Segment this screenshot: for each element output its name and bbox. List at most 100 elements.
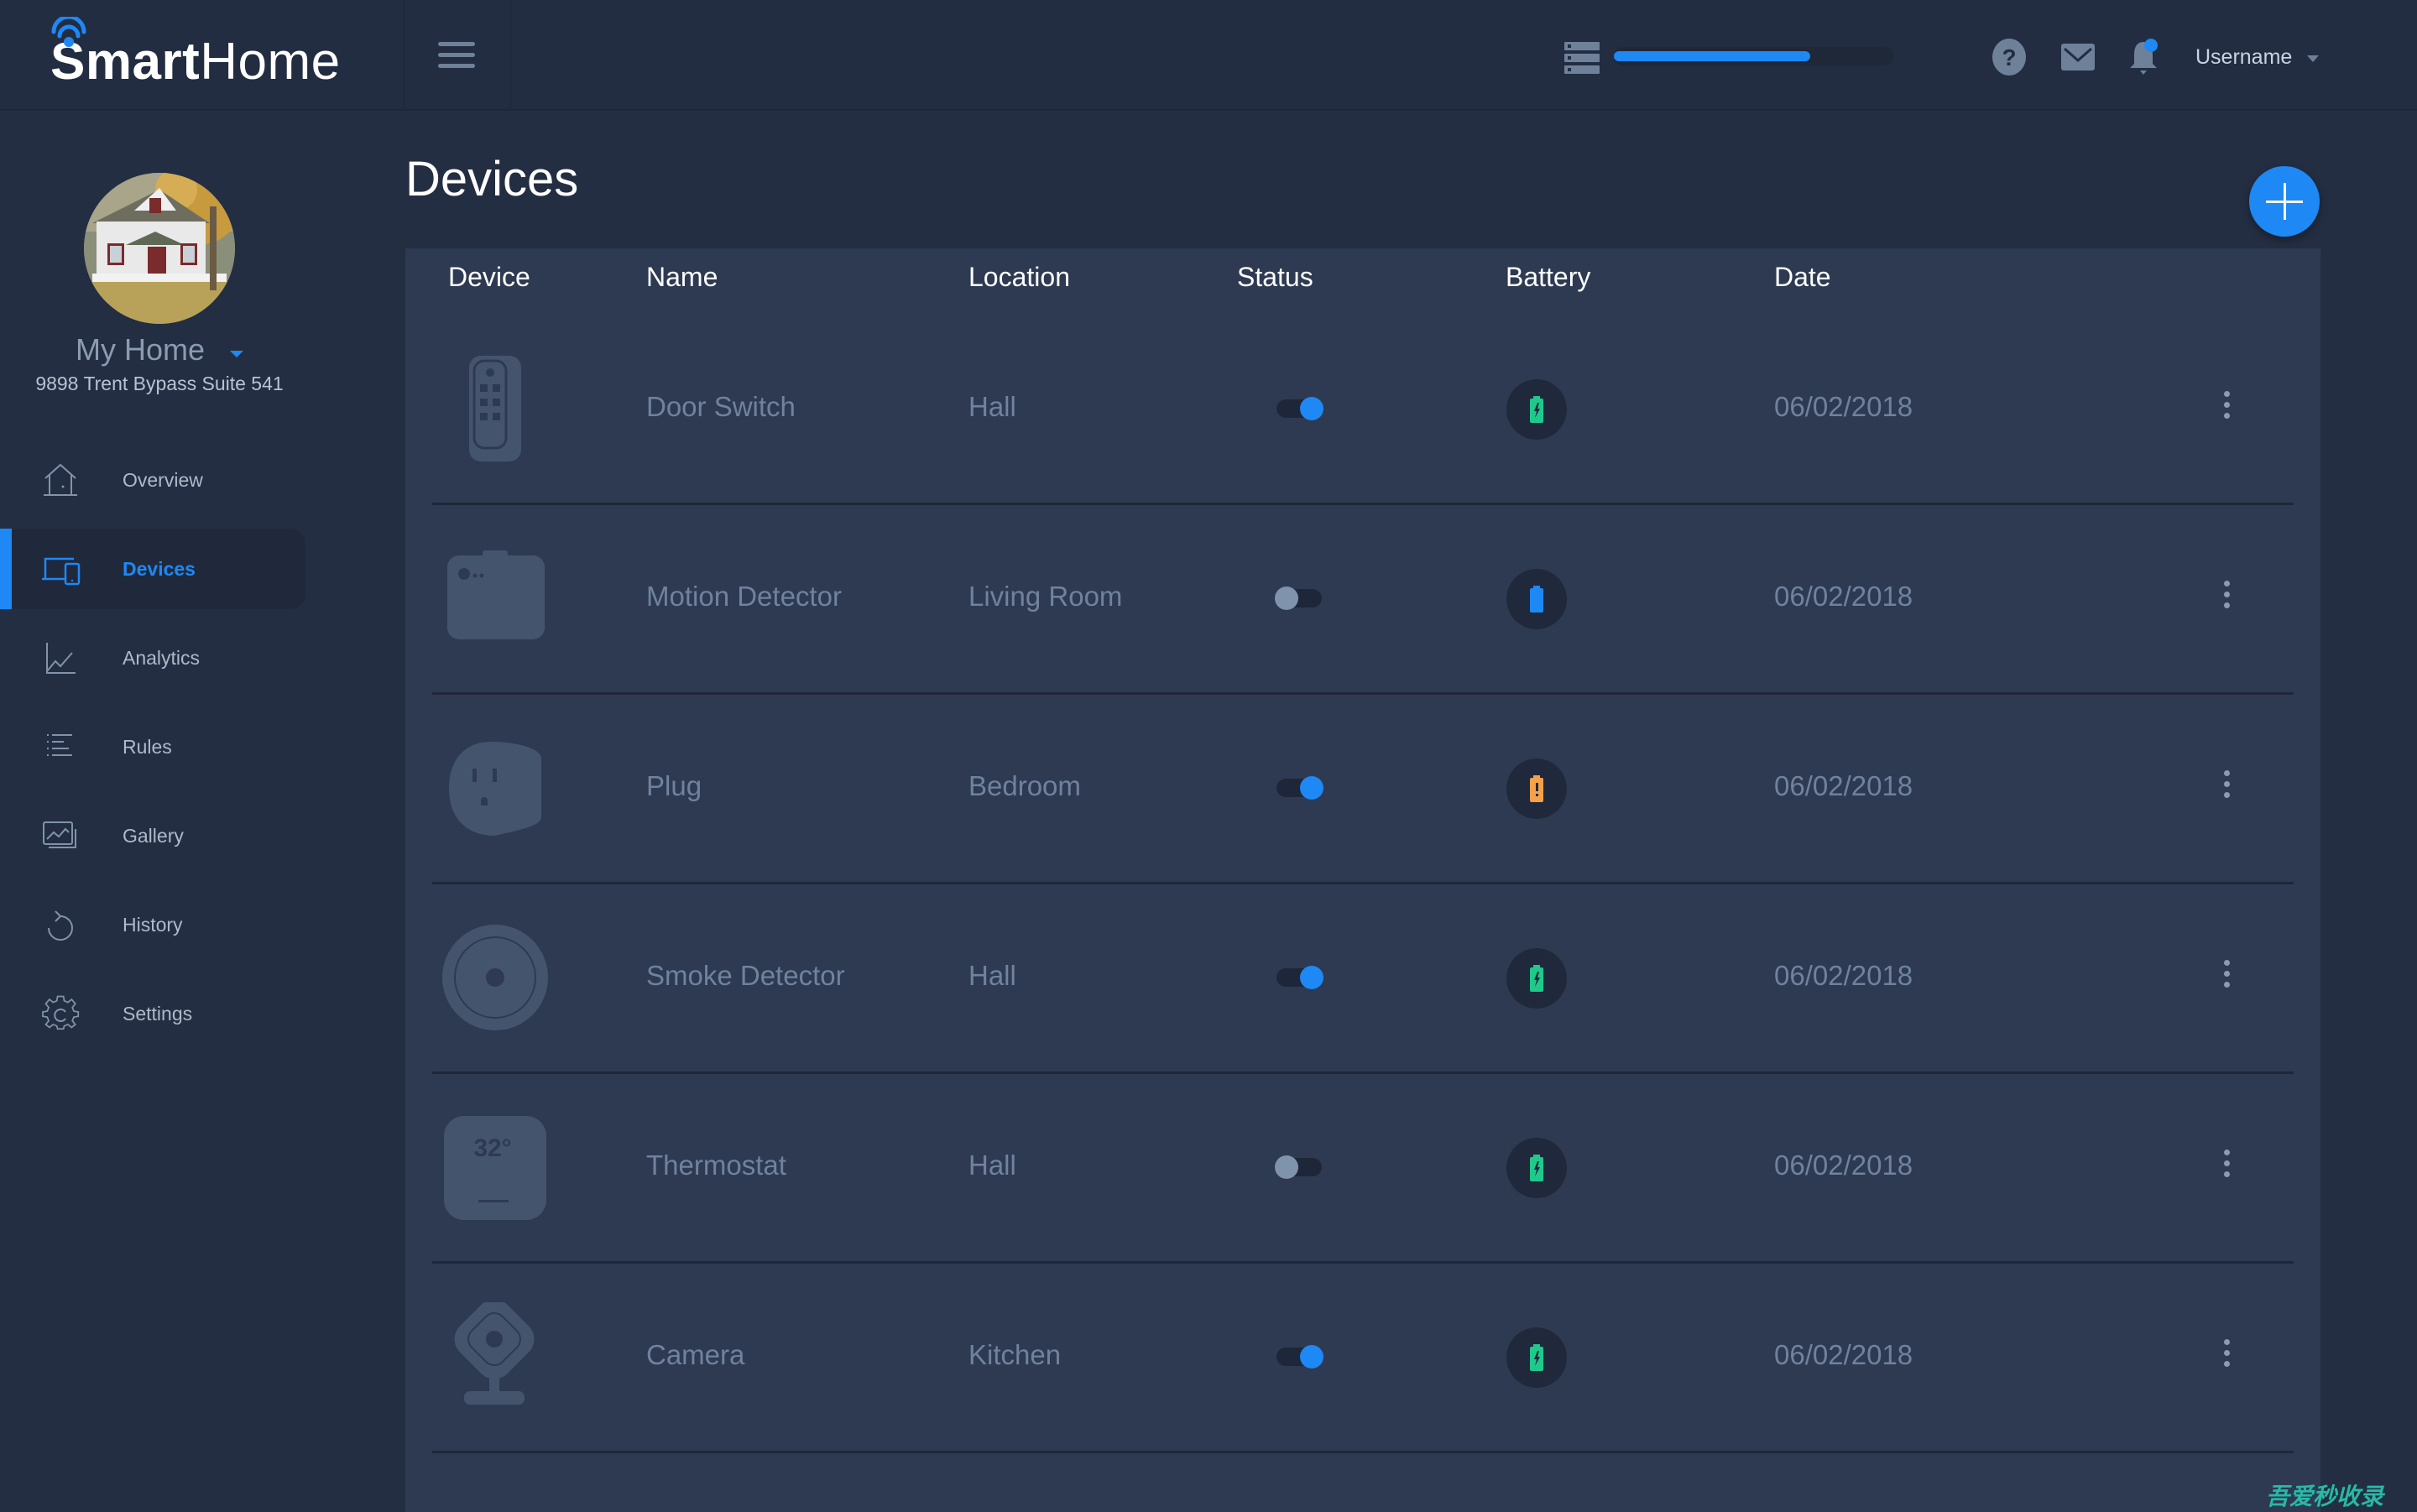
notification-badge [2144,39,2158,52]
mail-icon[interactable] [2058,37,2098,77]
home-selector[interactable]: My Home [0,332,319,368]
column-header-date[interactable]: Date [1774,262,1831,293]
battery-indicator [1506,1138,1567,1198]
sidebar-item-overview[interactable]: Overview [0,440,305,520]
table-row[interactable]: 32° Thermostat Hall 06/02/2018 [432,1074,2294,1264]
add-device-button[interactable] [2249,166,2320,237]
battery-charging-icon [1530,396,1543,423]
status-toggle[interactable] [1275,1155,1322,1179]
sidebar-item-label: Overview [123,468,203,491]
devices-table: Device Name Location Status Battery Date… [405,248,2320,1512]
battery-full-icon [1530,586,1543,613]
top-bar: SmartHome ? Username [0,0,2417,111]
table-row[interactable]: Motion Detector Living Room 06/02/2018 [432,505,2294,695]
table-row[interactable]: Camera Kitchen 06/02/2018 [432,1264,2294,1453]
sidebar-item-label: Analytics [123,646,201,669]
sidebar-item-label: History [123,913,183,936]
table-row[interactable]: Smoke Detector Hall 06/02/2018 [432,884,2294,1074]
sidebar-item-analytics[interactable]: Analytics [0,618,305,698]
column-header-name[interactable]: Name [646,262,718,293]
username: Username [2195,44,2293,69]
smoke-detector-icon [442,925,548,1030]
device-name: Camera [646,1339,745,1370]
gallery-icon [43,821,76,848]
logo-text: SmartHome [50,23,341,101]
gear-icon [42,995,80,1030]
home-name: My Home [75,332,206,367]
device-date: 06/02/2018 [1774,960,1913,991]
device-location: Hall [968,391,1016,422]
table-row[interactable]: Door Switch Hall 06/02/2018 [432,315,2294,505]
device-date: 06/02/2018 [1774,1339,1913,1370]
device-location: Kitchen [968,1339,1062,1370]
device-date: 06/02/2018 [1774,1150,1913,1181]
home-address: 9898 Trent Bypass Suite 541 [35,373,284,394]
column-header-device[interactable]: Device [448,262,530,293]
home-avatar[interactable] [84,173,235,324]
sidebar-item-history[interactable]: History [0,884,305,965]
help-icon[interactable]: ? [1989,37,2029,77]
status-toggle[interactable] [1276,1345,1323,1369]
table-row[interactable]: Plug Bedroom 06/02/2018 [432,695,2294,884]
analytics-icon [46,643,76,674]
more-options-icon[interactable] [2214,960,2239,997]
chevron-down-icon[interactable] [230,351,244,357]
sidebar-item-rules[interactable]: Rules [0,706,305,787]
battery-indicator [1506,569,1567,629]
sidebar-item-label: Rules [123,735,172,758]
sidebar-item-gallery[interactable]: Gallery [0,795,305,876]
sidebar-item-settings[interactable]: Settings [0,973,305,1054]
battery-indicator [1506,948,1567,1009]
device-date: 06/02/2018 [1774,770,1913,801]
status-toggle[interactable] [1275,587,1322,610]
storage-progress-bar [1614,47,1894,65]
status-toggle[interactable] [1276,966,1323,989]
battery-charging-icon [1530,1344,1543,1371]
more-options-icon[interactable] [2214,391,2239,428]
home-icon [44,463,77,496]
battery-low-icon [1530,775,1543,802]
device-name: Plug [646,770,702,801]
sidebar-item-label: Devices [123,557,196,580]
battery-charging-icon [1530,965,1543,992]
divider [403,0,405,111]
storage-progress-fill [1614,51,1810,61]
user-menu[interactable]: Username [2195,40,2320,74]
logo[interactable]: SmartHome [50,17,341,101]
more-options-icon[interactable] [2214,1339,2239,1376]
hamburger-menu-icon[interactable] [438,42,475,70]
column-header-battery[interactable]: Battery [1506,262,1590,293]
status-toggle[interactable] [1276,776,1323,800]
battery-charging-icon [1530,1155,1543,1181]
svg-text:?: ? [2002,44,2016,70]
battery-indicator [1506,1327,1567,1388]
wifi-icon [51,17,86,47]
device-location: Hall [968,1150,1016,1181]
rules-icon [47,734,72,756]
sidebar-item-label: Settings [123,1002,193,1025]
device-name: Smoke Detector [646,960,845,991]
device-date: 06/02/2018 [1774,581,1913,612]
device-location: Bedroom [968,770,1081,801]
column-header-location[interactable]: Location [968,262,1070,293]
battery-indicator [1506,759,1567,819]
more-options-icon[interactable] [2214,1150,2239,1186]
sidebar-item-label: Gallery [123,824,184,847]
bell-icon[interactable] [2123,37,2164,77]
column-header-status[interactable]: Status [1237,262,1313,293]
table-header: Device Name Location Status Battery Date [405,248,2320,315]
device-name: Motion Detector [646,581,842,612]
history-icon [48,910,73,941]
battery-indicator [1506,379,1567,440]
sidebar: My Home 9898 Trent Bypass Suite 541 Over… [0,112,403,1512]
motion-detector-icon [447,550,545,639]
door-switch-icon [469,356,521,461]
sidebar-item-devices[interactable]: Devices [0,529,305,609]
device-location: Hall [968,960,1016,991]
device-location: Living Room [968,581,1123,612]
more-options-icon[interactable] [2214,770,2239,807]
status-toggle[interactable] [1276,397,1323,420]
more-options-icon[interactable] [2214,581,2239,618]
chevron-down-icon [2307,55,2320,62]
camera-icon [454,1302,535,1405]
